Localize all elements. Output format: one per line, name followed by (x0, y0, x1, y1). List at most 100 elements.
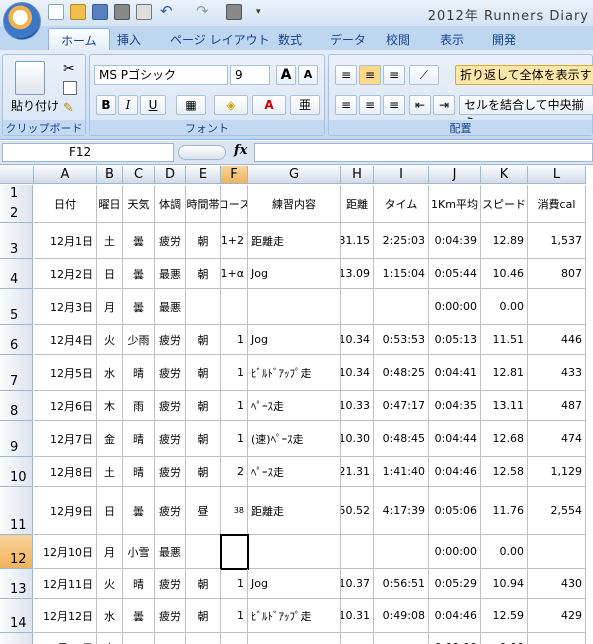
row-header[interactable]: 7 (0, 355, 33, 391)
table-cell[interactable]: 12月9日 (34, 487, 97, 535)
table-cell[interactable]: ﾋﾞﾙﾄﾞｱｯﾌﾟ走 (248, 599, 341, 633)
table-cell[interactable]: 疲労 (155, 487, 186, 535)
bold-button[interactable]: B (96, 95, 116, 115)
table-cell[interactable] (341, 289, 374, 325)
print-preview-icon[interactable] (136, 4, 152, 20)
table-cell[interactable]: 曇 (123, 487, 155, 535)
open-icon[interactable] (70, 4, 86, 20)
font-name-combo[interactable]: MS Pゴシック (94, 65, 228, 85)
table-cell[interactable]: 最悪 (155, 289, 186, 325)
column-title-cell[interactable]: タイム (374, 185, 429, 223)
table-cell[interactable]: 0:00:00 (429, 289, 481, 325)
table-cell[interactable]: 1 (221, 391, 248, 421)
wrap-text-button[interactable]: 折り返して全体を表示す (455, 65, 593, 85)
align-left-icon[interactable]: ≡ (335, 95, 357, 115)
table-cell[interactable]: 0:05:44 (429, 259, 481, 289)
table-cell[interactable]: 1+2 (221, 223, 248, 259)
table-cell[interactable]: 0:04:44 (429, 421, 481, 457)
align-middle-icon[interactable]: ≡ (359, 65, 381, 85)
table-cell[interactable] (186, 289, 221, 325)
table-cell[interactable]: 0:04:35 (429, 391, 481, 421)
table-cell[interactable]: 距離走 (248, 223, 341, 259)
table-cell[interactable]: 0:05:13 (429, 325, 481, 355)
row-header[interactable]: 13 (0, 569, 33, 599)
table-cell[interactable]: 21.31 (341, 457, 374, 487)
table-cell[interactable] (528, 633, 586, 644)
table-cell[interactable]: 月 (97, 289, 123, 325)
row-header[interactable]: 6 (0, 325, 33, 355)
table-cell[interactable]: 12.89 (481, 223, 528, 259)
table-cell[interactable]: 疲労 (155, 457, 186, 487)
table-cell[interactable]: 最悪 (155, 535, 186, 569)
table-cell[interactable]: 1 (221, 569, 248, 599)
table-cell[interactable]: 疲労 (155, 421, 186, 457)
table-cell[interactable]: 12月8日 (34, 457, 97, 487)
orientation-icon[interactable]: ⟋ (409, 65, 439, 85)
table-cell[interactable]: 朝 (186, 325, 221, 355)
table-cell[interactable]: 朝 (186, 569, 221, 599)
table-cell[interactable] (186, 535, 221, 569)
table-cell[interactable]: 水 (97, 355, 123, 391)
phonetic-guide-icon[interactable]: 亜 (290, 95, 320, 115)
table-cell[interactable]: 1:41:40 (374, 457, 429, 487)
column-title-cell[interactable]: 日付 (34, 185, 97, 223)
tab-insert[interactable]: 挿入 (117, 31, 141, 48)
table-cell[interactable]: 朝 (186, 355, 221, 391)
table-cell[interactable]: 月 (97, 535, 123, 569)
table-cell[interactable]: 12月13日 (34, 633, 97, 644)
table-cell[interactable]: 2:25:03 (374, 223, 429, 259)
formula-bar-toggle[interactable] (178, 145, 226, 160)
cut-icon[interactable]: ✂ (63, 61, 75, 77)
font-color-icon[interactable]: A (252, 95, 286, 115)
column-title-cell[interactable]: 曜日 (97, 185, 123, 223)
table-cell[interactable] (248, 535, 341, 569)
column-header[interactable]: I (374, 166, 429, 184)
table-cell[interactable]: 0:48:25 (374, 355, 429, 391)
table-cell[interactable]: 疲労 (155, 325, 186, 355)
column-title-cell[interactable]: 練習内容 (248, 185, 341, 223)
column-title-cell[interactable]: コース (221, 185, 248, 223)
table-cell[interactable]: 朝 (186, 457, 221, 487)
table-cell[interactable]: 12月10日 (34, 535, 97, 569)
table-cell[interactable]: 0:00:00 (429, 535, 481, 569)
table-cell[interactable]: 10.33 (341, 391, 374, 421)
table-cell[interactable] (341, 633, 374, 644)
office-button[interactable] (3, 2, 41, 40)
tab-page-layout[interactable]: ページ レイアウト (170, 31, 270, 48)
column-header[interactable]: G (248, 166, 341, 184)
table-cell[interactable]: 1 (221, 325, 248, 355)
table-cell[interactable]: 少雨 (123, 325, 155, 355)
align-center-icon[interactable]: ≡ (359, 95, 381, 115)
column-header[interactable]: C (123, 166, 155, 184)
table-cell[interactable]: 疲労 (155, 599, 186, 633)
table-cell[interactable]: 474 (528, 421, 586, 457)
tab-home[interactable]: ホーム (48, 28, 110, 50)
table-cell[interactable]: 0:53:53 (374, 325, 429, 355)
table-cell[interactable]: 1+α (221, 259, 248, 289)
table-cell[interactable]: 2,554 (528, 487, 586, 535)
table-cell[interactable]: 朝 (186, 599, 221, 633)
row-header[interactable]: 3 (0, 223, 33, 259)
table-cell[interactable]: 1 (221, 599, 248, 633)
table-cell[interactable]: 12月2日 (34, 259, 97, 289)
table-cell[interactable]: 朝 (186, 259, 221, 289)
name-box[interactable]: F12 (2, 143, 174, 162)
tab-formulas[interactable]: 数式 (278, 31, 302, 48)
table-cell[interactable]: 10.46 (481, 259, 528, 289)
table-cell[interactable] (221, 535, 248, 569)
table-cell[interactable]: 朝 (186, 223, 221, 259)
table-cell[interactable]: 31.15 (341, 223, 374, 259)
grow-font-button[interactable]: A (276, 65, 296, 85)
column-title-cell[interactable]: スピード (481, 185, 528, 223)
table-cell[interactable]: 木 (97, 633, 123, 644)
paste-button[interactable]: 貼り付け (11, 97, 59, 114)
table-cell[interactable]: 12月11日 (34, 569, 97, 599)
table-cell[interactable]: 12.81 (481, 355, 528, 391)
column-title-cell[interactable]: 時間帯 (186, 185, 221, 223)
decrease-indent-icon[interactable]: ⇤ (409, 95, 431, 115)
table-cell[interactable]: 13.09 (341, 259, 374, 289)
column-header[interactable]: E (186, 166, 221, 184)
table-cell[interactable]: 曇 (123, 259, 155, 289)
table-cell[interactable]: 12.58 (481, 457, 528, 487)
column-header[interactable]: H (341, 166, 374, 184)
